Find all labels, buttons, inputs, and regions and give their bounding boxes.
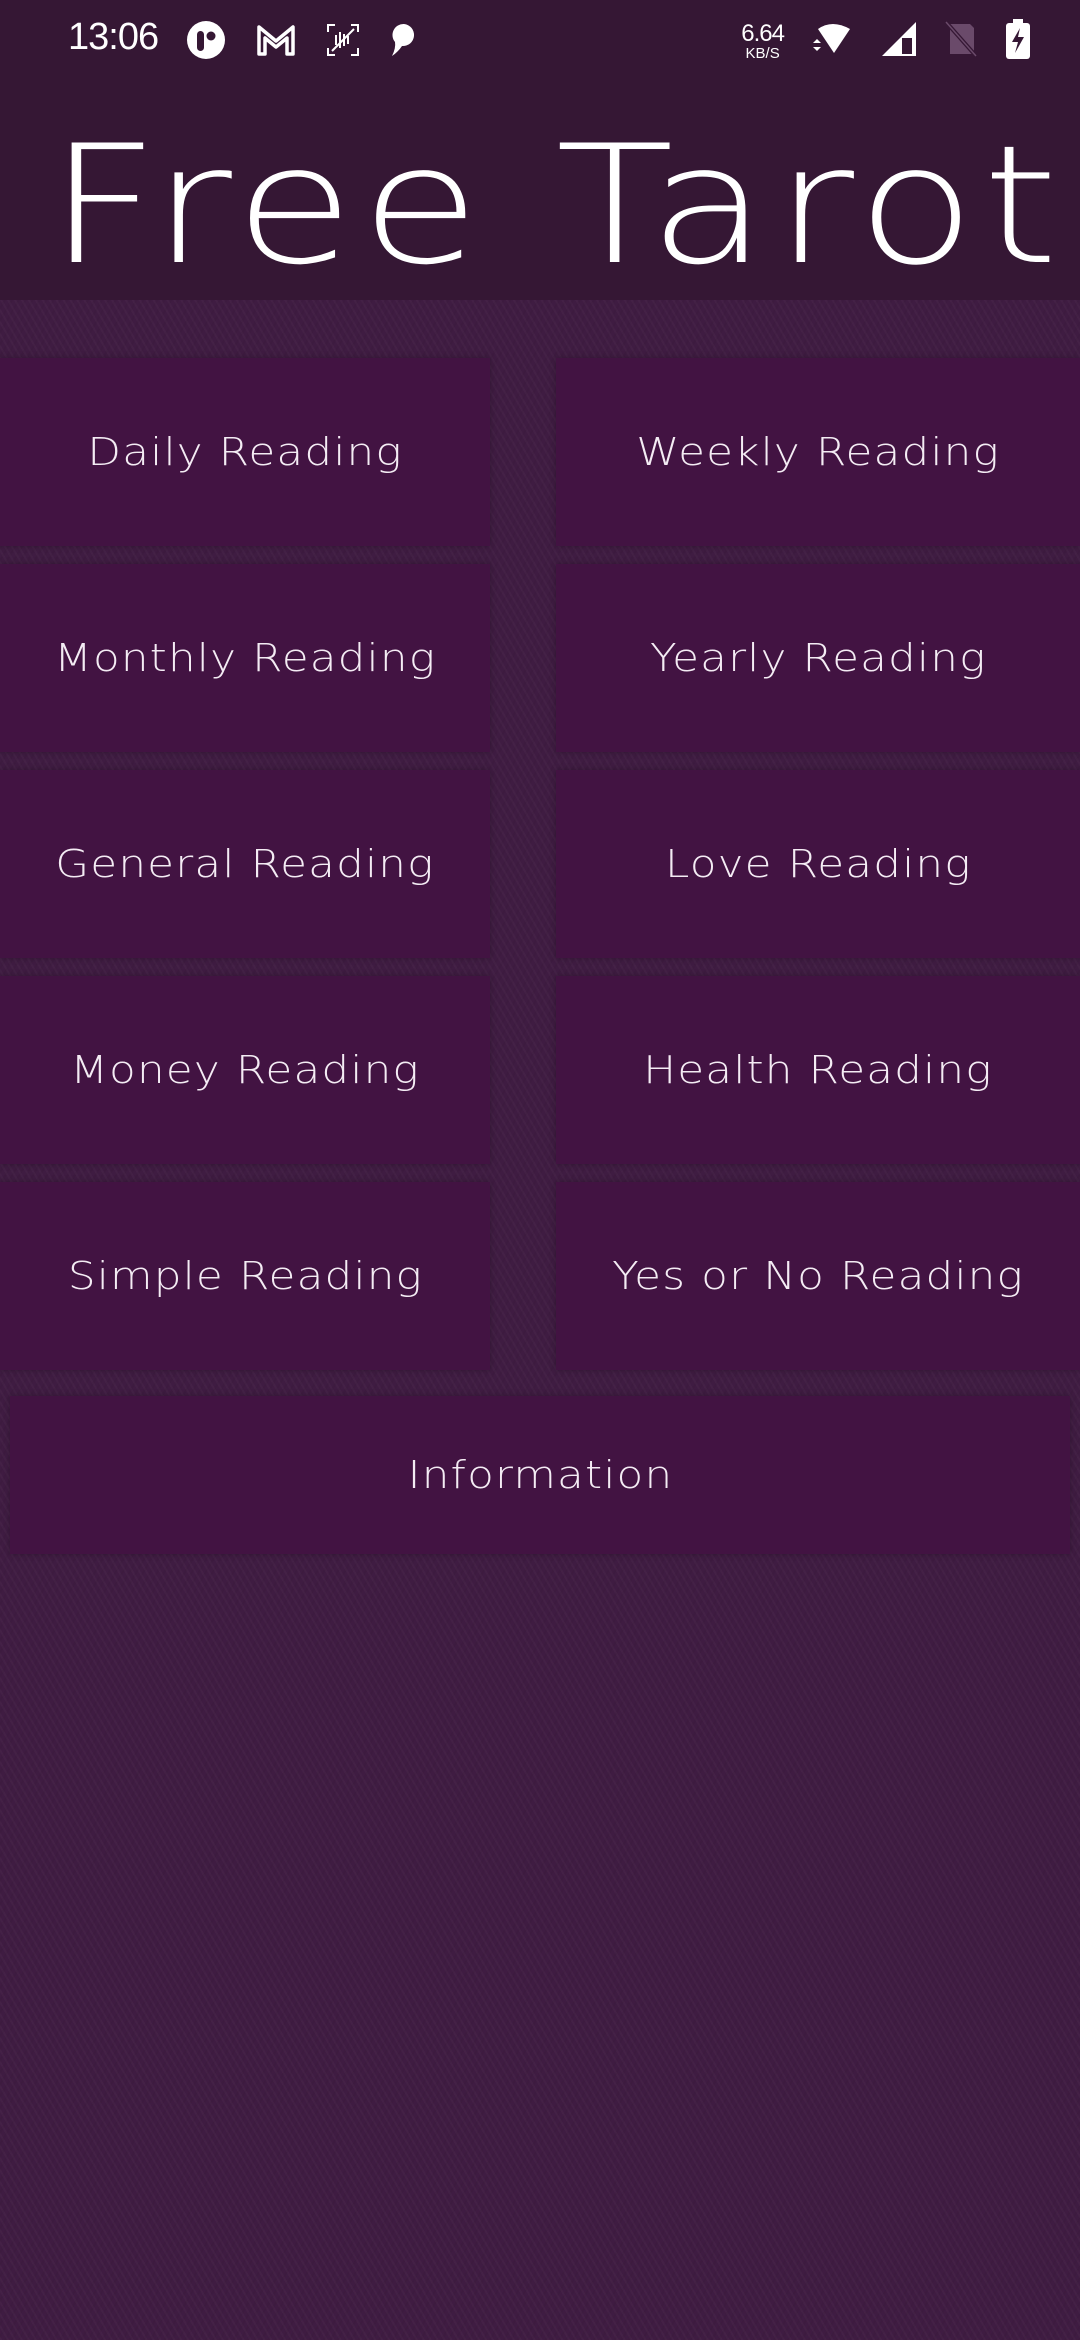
button-label: Yes or No Reading <box>612 1254 1024 1298</box>
button-label: Information <box>407 1453 673 1497</box>
yes-or-no-reading-button[interactable]: Yes or No Reading <box>556 1182 1080 1370</box>
yearly-reading-button[interactable]: Yearly Reading <box>556 564 1080 752</box>
net-speed-unit: KB/S <box>745 44 780 62</box>
chat-bubble-icon <box>390 22 418 62</box>
button-label: Love Reading <box>664 842 972 886</box>
button-label: Yearly Reading <box>649 636 987 680</box>
app-notification-icon <box>186 20 226 64</box>
status-bar: 13:06 6.64 KB/S <box>0 0 1080 80</box>
weekly-reading-button[interactable]: Weekly Reading <box>556 358 1080 546</box>
button-label: Weekly Reading <box>636 430 1000 474</box>
button-label: Health Reading <box>643 1048 993 1092</box>
button-label: General Reading <box>55 842 435 886</box>
system-icons: 6.64 KB/S <box>741 18 1032 64</box>
gmail-icon <box>256 23 296 61</box>
no-sim-icon <box>944 20 978 62</box>
general-reading-button[interactable]: General Reading <box>0 770 490 958</box>
status-time: 13:06 <box>68 16 159 58</box>
screen: 13:06 6.64 KB/S Free Tarot Daily Reading… <box>0 0 1080 2340</box>
net-speed-value: 6.64 <box>741 19 785 47</box>
love-reading-button[interactable]: Love Reading <box>556 770 1080 958</box>
app-title: Free Tarot <box>48 110 1066 301</box>
wifi-icon <box>810 21 854 61</box>
simple-reading-button[interactable]: Simple Reading <box>0 1182 490 1370</box>
net-speed: 6.64 KB/S <box>741 19 785 62</box>
battery-charging-icon <box>1004 18 1032 64</box>
app-header: Free Tarot <box>0 80 1080 301</box>
cellular-signal-icon <box>880 20 918 62</box>
daily-reading-button[interactable]: Daily Reading <box>0 358 490 546</box>
money-reading-button[interactable]: Money Reading <box>0 976 490 1164</box>
button-label: Money Reading <box>70 1048 420 1092</box>
button-label: Monthly Reading <box>54 636 436 680</box>
button-label: Simple Reading <box>67 1254 423 1298</box>
voice-recorder-icon <box>326 23 360 61</box>
health-reading-button[interactable]: Health Reading <box>556 976 1080 1164</box>
monthly-reading-button[interactable]: Monthly Reading <box>0 564 490 752</box>
information-button[interactable]: Information <box>10 1396 1070 1554</box>
button-label: Daily Reading <box>87 430 403 474</box>
notification-icons <box>186 20 418 64</box>
